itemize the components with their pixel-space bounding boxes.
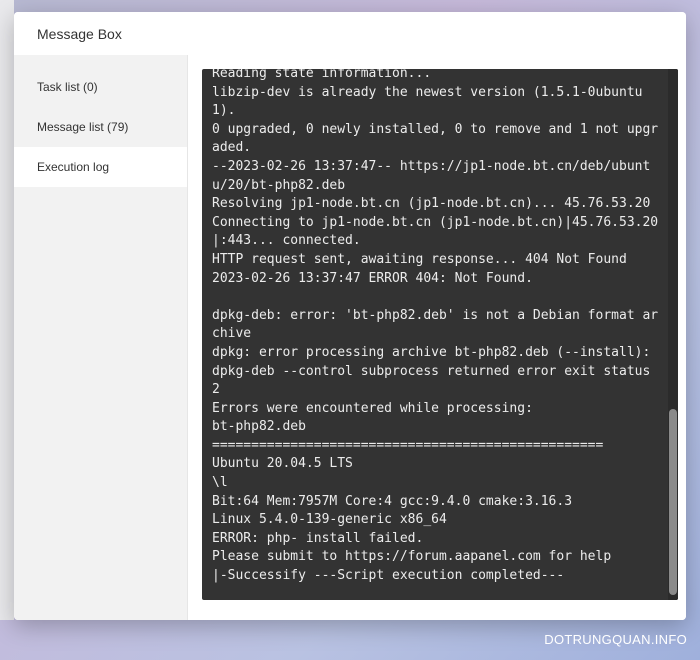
log-scrollbar-thumb[interactable]	[669, 409, 677, 595]
watermark-text: DOTRUNGQUAN.INFO	[544, 632, 687, 647]
execution-log-panel: Reading state information... libzip-dev …	[188, 55, 686, 620]
background-list-edge	[0, 0, 14, 620]
dialog-title: Message Box	[37, 26, 122, 42]
sidebar-item-execution-log[interactable]: Execution log	[14, 147, 187, 187]
log-output-text: Reading state information... libzip-dev …	[212, 69, 659, 584]
sidebar-item-task-list[interactable]: Task list (0)	[14, 67, 187, 107]
message-box-dialog: Message Box Task list (0) Message list (…	[14, 12, 686, 620]
sidebar-item-label: Message list (79)	[37, 120, 129, 134]
sidebar-item-message-list[interactable]: Message list (79)	[14, 107, 187, 147]
dialog-header: Message Box	[14, 12, 686, 56]
dialog-sidebar: Task list (0) Message list (79) Executio…	[14, 55, 188, 620]
log-console[interactable]: Reading state information... libzip-dev …	[202, 69, 678, 600]
sidebar-item-label: Task list (0)	[37, 80, 98, 94]
log-scrollbar[interactable]	[668, 69, 678, 600]
sidebar-item-label: Execution log	[37, 160, 110, 174]
